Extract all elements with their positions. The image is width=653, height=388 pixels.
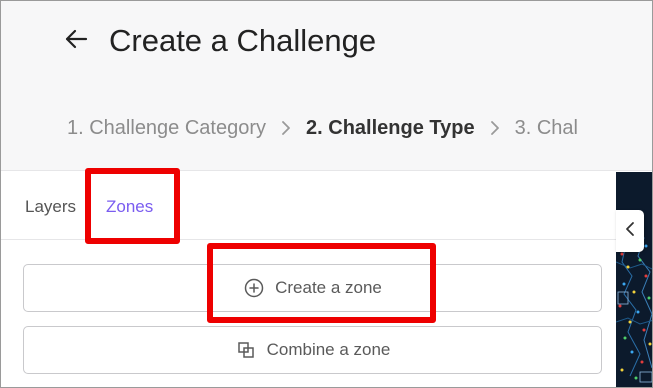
step-challenge-category[interactable]: 1. Challenge Category — [67, 115, 266, 141]
combine-zone-button[interactable]: Combine a zone — [23, 326, 602, 374]
chevron-left-icon — [625, 221, 635, 242]
combine-squares-icon — [235, 339, 257, 361]
map-collapse-button[interactable] — [616, 210, 644, 252]
chevron-right-icon — [266, 115, 306, 141]
combine-zone-label: Combine a zone — [266, 340, 391, 359]
arrow-left-icon — [64, 28, 88, 55]
chevron-right-icon — [475, 115, 515, 141]
back-button[interactable] — [59, 23, 93, 59]
step-third[interactable]: 3. Chal — [515, 115, 578, 141]
step-challenge-type[interactable]: 2. Challenge Type — [306, 115, 475, 141]
zones-tab-highlight — [85, 168, 180, 244]
create-zone-highlight — [207, 243, 436, 323]
tab-layers[interactable]: Layers — [25, 196, 76, 218]
map-view[interactable] — [616, 172, 652, 387]
app-window: Create a Challenge 1. Challenge Category… — [0, 0, 653, 388]
page-header: Create a Challenge 1. Challenge Category… — [1, 1, 652, 171]
step-breadcrumb: 1. Challenge Category 2. Challenge Type … — [67, 115, 578, 141]
page-title: Create a Challenge — [109, 23, 377, 58]
